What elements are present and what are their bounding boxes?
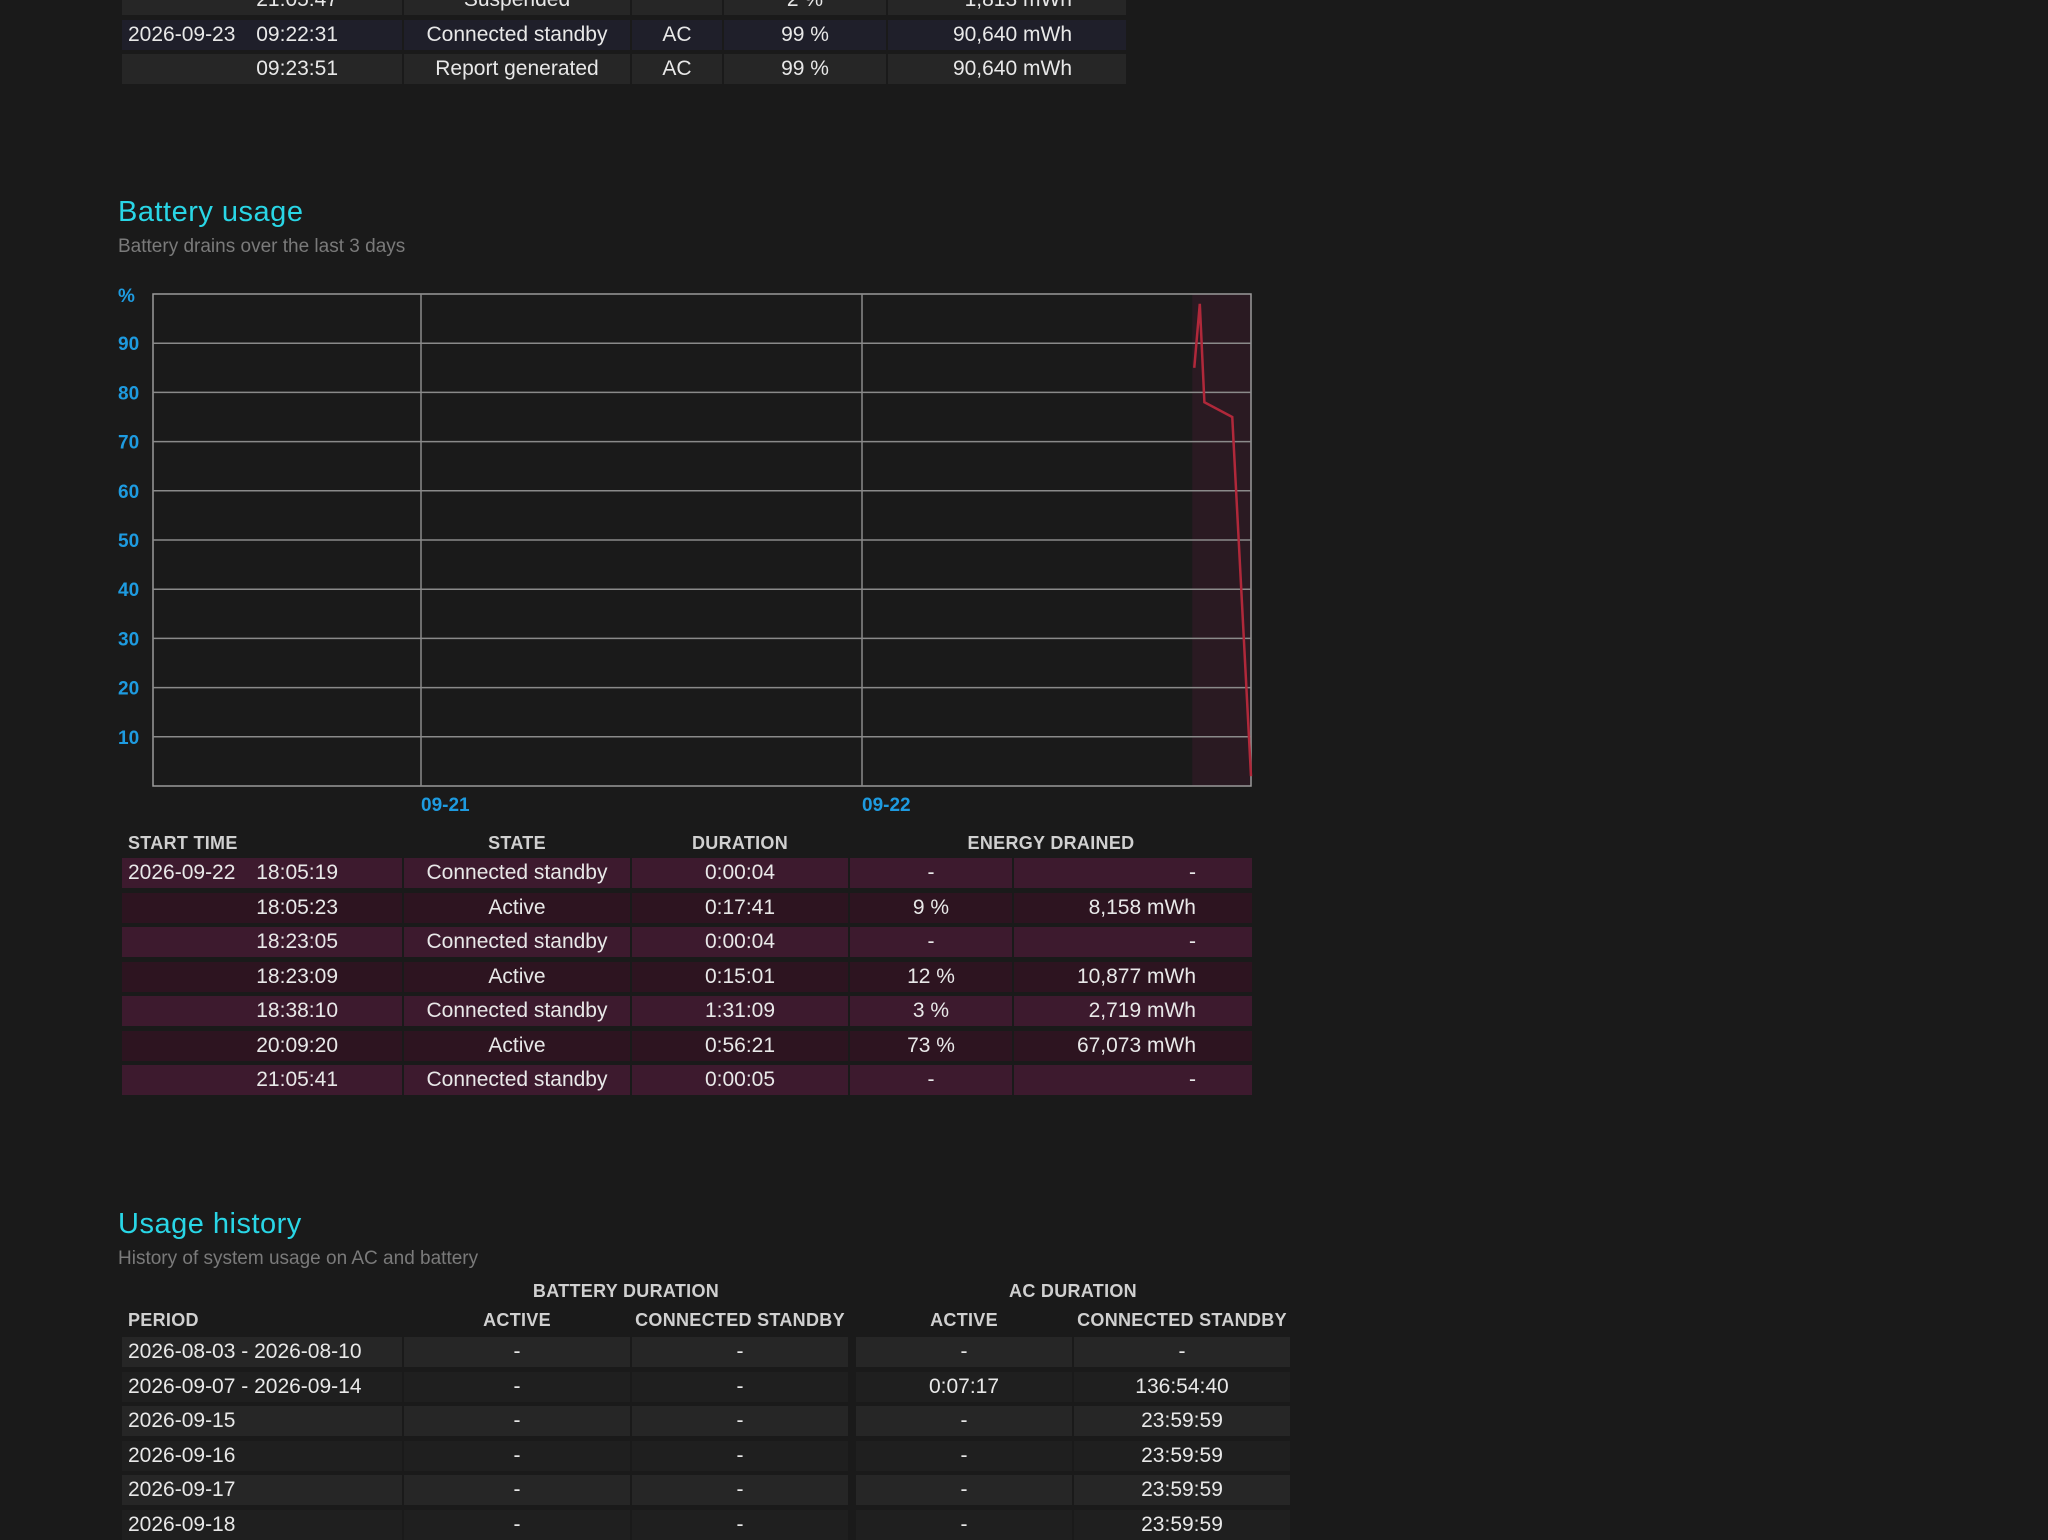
col-header-energy-drained: ENERGY DRAINED [967,833,1135,853]
row-duration: 0:15:01 [632,961,848,992]
row-state: Active [404,961,630,992]
row-battery-standby: - [632,1475,848,1505]
row-ac-active: - [856,1406,1072,1436]
row-energy-percent: 73 % [850,1030,1012,1061]
row-time: 18:05:19 [256,861,338,884]
col-header-duration: DURATION [691,833,789,853]
row-time: 18:23:05 [256,930,338,953]
group-header-battery-duration: BATTERY DURATION [532,1281,720,1301]
row-time: 18:05:23 [256,895,338,919]
row-duration: 0:00:05 [632,1065,848,1095]
col-header-ac-standby: CONNECTED STANDBY [1077,1310,1287,1330]
row-battery-active: - [404,1440,630,1471]
row-battery-standby: - [632,1440,848,1471]
y-tick-label: 70 [118,433,139,454]
row-period: 2026-09-15 [122,1406,402,1436]
row-duration: 0:00:04 [632,927,848,957]
row-state: Connected standby [404,1065,630,1095]
row-period: 2026-09-07 - 2026-09-14 [122,1371,402,1402]
row-period: 2026-09-18 [122,1509,402,1540]
row-energy-percent: 9 % [850,892,1012,923]
row-ac-active: 0:07:17 [856,1371,1072,1402]
row-ac-active: - [856,1475,1072,1505]
row-battery-standby: - [632,1406,848,1436]
row-state: Connected standby [404,996,630,1026]
col-header-battery-standby: CONNECTED STANDBY [635,1310,845,1330]
col-header-period: PERIOD [128,1310,199,1330]
row-ac-standby: 23:59:59 [1074,1475,1290,1505]
row-ac-standby: 23:59:59 [1074,1406,1290,1436]
row-energy-mwh: 8,158 mWh [1014,892,1252,923]
row-state: Active [404,1030,630,1061]
row-ac-active: - [856,1337,1072,1367]
row-energy-mwh: 2,719 mWh [1014,996,1252,1026]
row-energy-mwh: 10,877 mWh [1014,961,1252,992]
row-duration: 0:00:04 [632,858,848,888]
y-tick-label: 40 [118,580,139,601]
row-state: Active [404,892,630,923]
row-battery-active: - [404,1371,630,1402]
row-battery-active: - [404,1475,630,1505]
row-energy-percent: - [850,858,1012,888]
row-energy-percent: 3 % [850,996,1012,1026]
row-battery-standby: - [632,1509,848,1540]
col-header-state: STATE [488,833,546,853]
row-ac-standby: 23:59:59 [1074,1440,1290,1471]
row-ac-active: - [856,1440,1072,1471]
row-energy-percent: - [850,927,1012,957]
usage-history-title: Usage history [118,1208,302,1240]
battery-drain-chart: 10 20 30 40 50 60 70 80 90% 09-21 09-22 [118,286,1253,816]
group-header-ac-duration: AC DURATION [1009,1281,1137,1301]
col-header-start-time: START TIME [128,833,238,853]
x-tick-label: 09-21 [421,795,470,816]
col-header-battery-active: ACTIVE [483,1310,551,1330]
row-period: 2026-08-03 - 2026-08-10 [122,1337,402,1367]
row-energy-mwh: - [1014,858,1252,888]
row-state: Connected standby [404,858,630,888]
row-battery-active: - [404,1509,630,1540]
row-duration: 1:31:09 [632,996,848,1026]
row-battery-standby: - [632,1371,848,1402]
row-energy-percent: 12 % [850,961,1012,992]
y-tick-label: 50 [118,531,139,552]
row-ac-standby: - [1074,1337,1290,1367]
y-tick-label: 80 [118,383,139,404]
row-period: 2026-09-16 [122,1440,402,1471]
y-tick-label: 10 [118,728,139,749]
row-duration: 0:17:41 [632,892,848,923]
row-battery-standby: - [632,1337,848,1367]
y-tick-label: 30 [118,629,139,650]
row-time: 18:23:09 [256,964,338,988]
row-energy-percent: - [850,1065,1012,1095]
row-duration: 0:56:21 [632,1030,848,1061]
row-period: 2026-09-17 [122,1475,402,1505]
y-tick-label: 20 [118,679,139,700]
y-axis-label: % [118,286,135,307]
x-tick-label: 09-22 [862,795,911,816]
row-ac-active: - [856,1509,1072,1540]
row-energy-mwh: - [1014,1065,1252,1095]
y-tick-label: 60 [118,482,139,503]
row-battery-active: - [404,1406,630,1436]
row-ac-standby: 23:59:59 [1074,1509,1290,1540]
row-time: 20:09:20 [256,1033,338,1057]
usage-history-subtitle: History of system usage on AC and batter… [118,1248,479,1269]
col-header-ac-active: ACTIVE [930,1310,998,1330]
row-ac-standby: 136:54:40 [1074,1371,1290,1402]
row-time: 18:38:10 [256,999,338,1022]
y-tick-label: 90 [118,334,139,355]
row-time: 21:05:41 [256,1068,338,1091]
row-energy-mwh: 67,073 mWh [1014,1030,1252,1061]
row-battery-active: - [404,1337,630,1367]
row-energy-mwh: - [1014,927,1252,957]
row-state: Connected standby [404,927,630,957]
